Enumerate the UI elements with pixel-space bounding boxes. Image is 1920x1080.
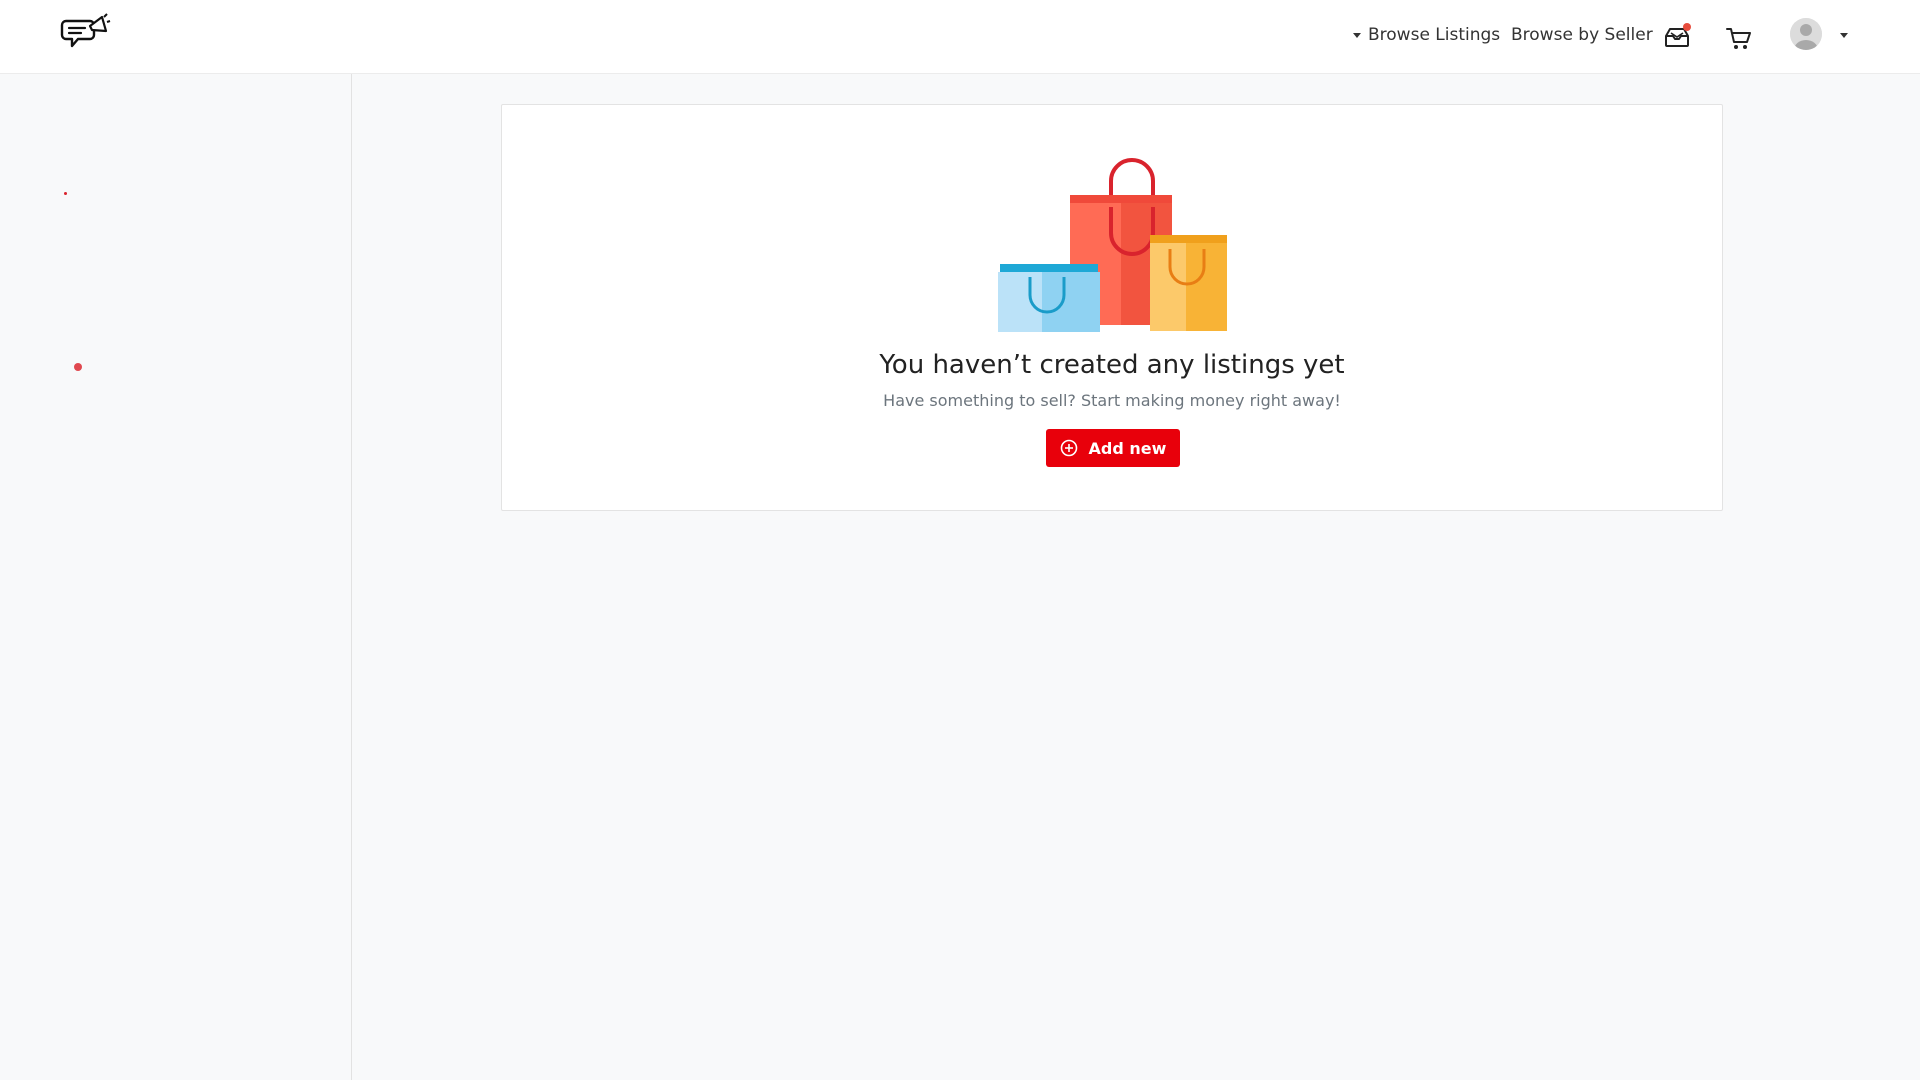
add-new-button[interactable]: Add new [1046, 429, 1180, 467]
plus-circle-icon [1060, 439, 1077, 457]
top-navbar: Browse Listings Browse by Seller [0, 0, 1920, 74]
sidebar-indicator-dot [64, 192, 67, 195]
empty-state-title: You haven’t created any listings yet [879, 350, 1345, 380]
user-avatar[interactable] [1790, 18, 1822, 50]
cart-icon [1726, 28, 1751, 49]
notification-dot [1683, 23, 1691, 31]
inbox-button[interactable] [1662, 22, 1692, 52]
user-menu-caret-icon[interactable] [1840, 33, 1848, 38]
megaphone-chat-logo-icon[interactable] [60, 11, 112, 63]
sidebar-indicator-dot [74, 363, 82, 371]
browse-by-seller-label: Browse by Seller [1511, 25, 1653, 45]
caret-down-icon [1353, 32, 1361, 38]
sidebar [0, 74, 352, 1080]
user-avatar-icon [1790, 18, 1822, 50]
empty-listings-card: You haven’t created any listings yet Hav… [501, 104, 1723, 511]
add-new-label: Add new [1088, 438, 1167, 458]
shopping-bags-icon [998, 158, 1227, 332]
browse-listings-dropdown[interactable]: Browse Listings [1353, 25, 1500, 45]
browse-by-seller-link[interactable]: Browse by Seller [1511, 25, 1653, 45]
cart-button[interactable] [1724, 23, 1754, 53]
empty-state-subtitle: Have something to sell? Start making mon… [883, 391, 1341, 410]
browse-listings-label: Browse Listings [1368, 25, 1501, 45]
